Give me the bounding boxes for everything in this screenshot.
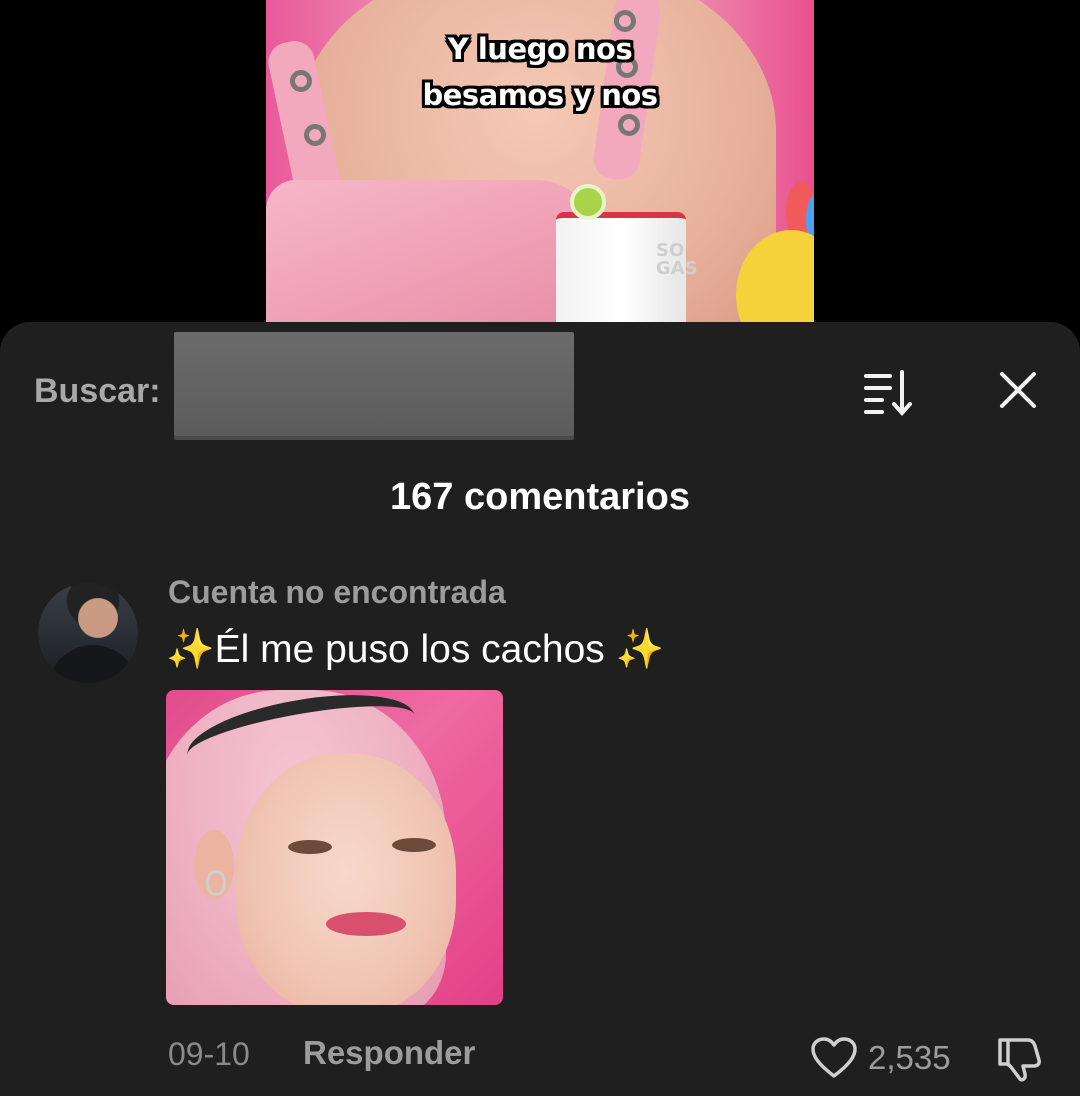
comment-date: 09-10 — [168, 1036, 250, 1072]
comment-image-eye — [288, 840, 332, 854]
sparkle-emoji: ✨ — [615, 628, 665, 671]
like-count: 2,535 — [868, 1039, 951, 1076]
search-label: Buscar: — [34, 372, 161, 410]
comment-image[interactable] — [166, 690, 503, 1005]
video-caption-line: besamos y nos — [422, 78, 658, 112]
video-caption-line: Y luego nos — [447, 32, 633, 66]
video-grommet — [304, 124, 326, 146]
search-input[interactable] — [174, 332, 574, 436]
comment-image-earring — [206, 870, 226, 896]
comment-image-eye — [392, 838, 436, 852]
video-area[interactable]: SO GAS Y luego nos besamos y nos — [0, 0, 1080, 345]
avatar-shoulders — [48, 645, 138, 683]
comment-text: ✨Él me puso los cachos ✨ — [166, 626, 664, 672]
thumbs-down-icon — [998, 1038, 1041, 1082]
reply-button[interactable]: Responder — [303, 1034, 475, 1072]
like-button[interactable]: 2,535 — [810, 1034, 951, 1082]
sort-button[interactable] — [858, 366, 918, 418]
avatar[interactable] — [38, 583, 138, 683]
sort-icon — [864, 370, 912, 417]
video-pink-top — [266, 180, 596, 345]
comment-count: 167 comentarios — [390, 476, 690, 518]
comment-username[interactable]: Cuenta no encontrada — [168, 574, 506, 611]
close-icon — [1000, 372, 1036, 408]
comment-image-lips — [326, 912, 406, 936]
video-caption: Y luego nos besamos y nos — [266, 26, 814, 118]
sparkle-emoji: ✨ — [166, 628, 215, 671]
dislike-button[interactable] — [994, 1034, 1044, 1084]
comments-sheet: Buscar: 167 comentarios Cuenta no encont… — [0, 322, 1080, 1096]
close-button[interactable] — [992, 362, 1044, 418]
video-lime — [570, 184, 606, 220]
comment-text-body: Él me puso los cachos — [214, 628, 616, 671]
comment-image-face — [236, 754, 456, 1005]
heart-icon — [811, 1037, 857, 1078]
video-cup-logo: SO GAS — [656, 240, 698, 279]
video-frame[interactable]: SO GAS Y luego nos besamos y nos — [266, 0, 814, 345]
